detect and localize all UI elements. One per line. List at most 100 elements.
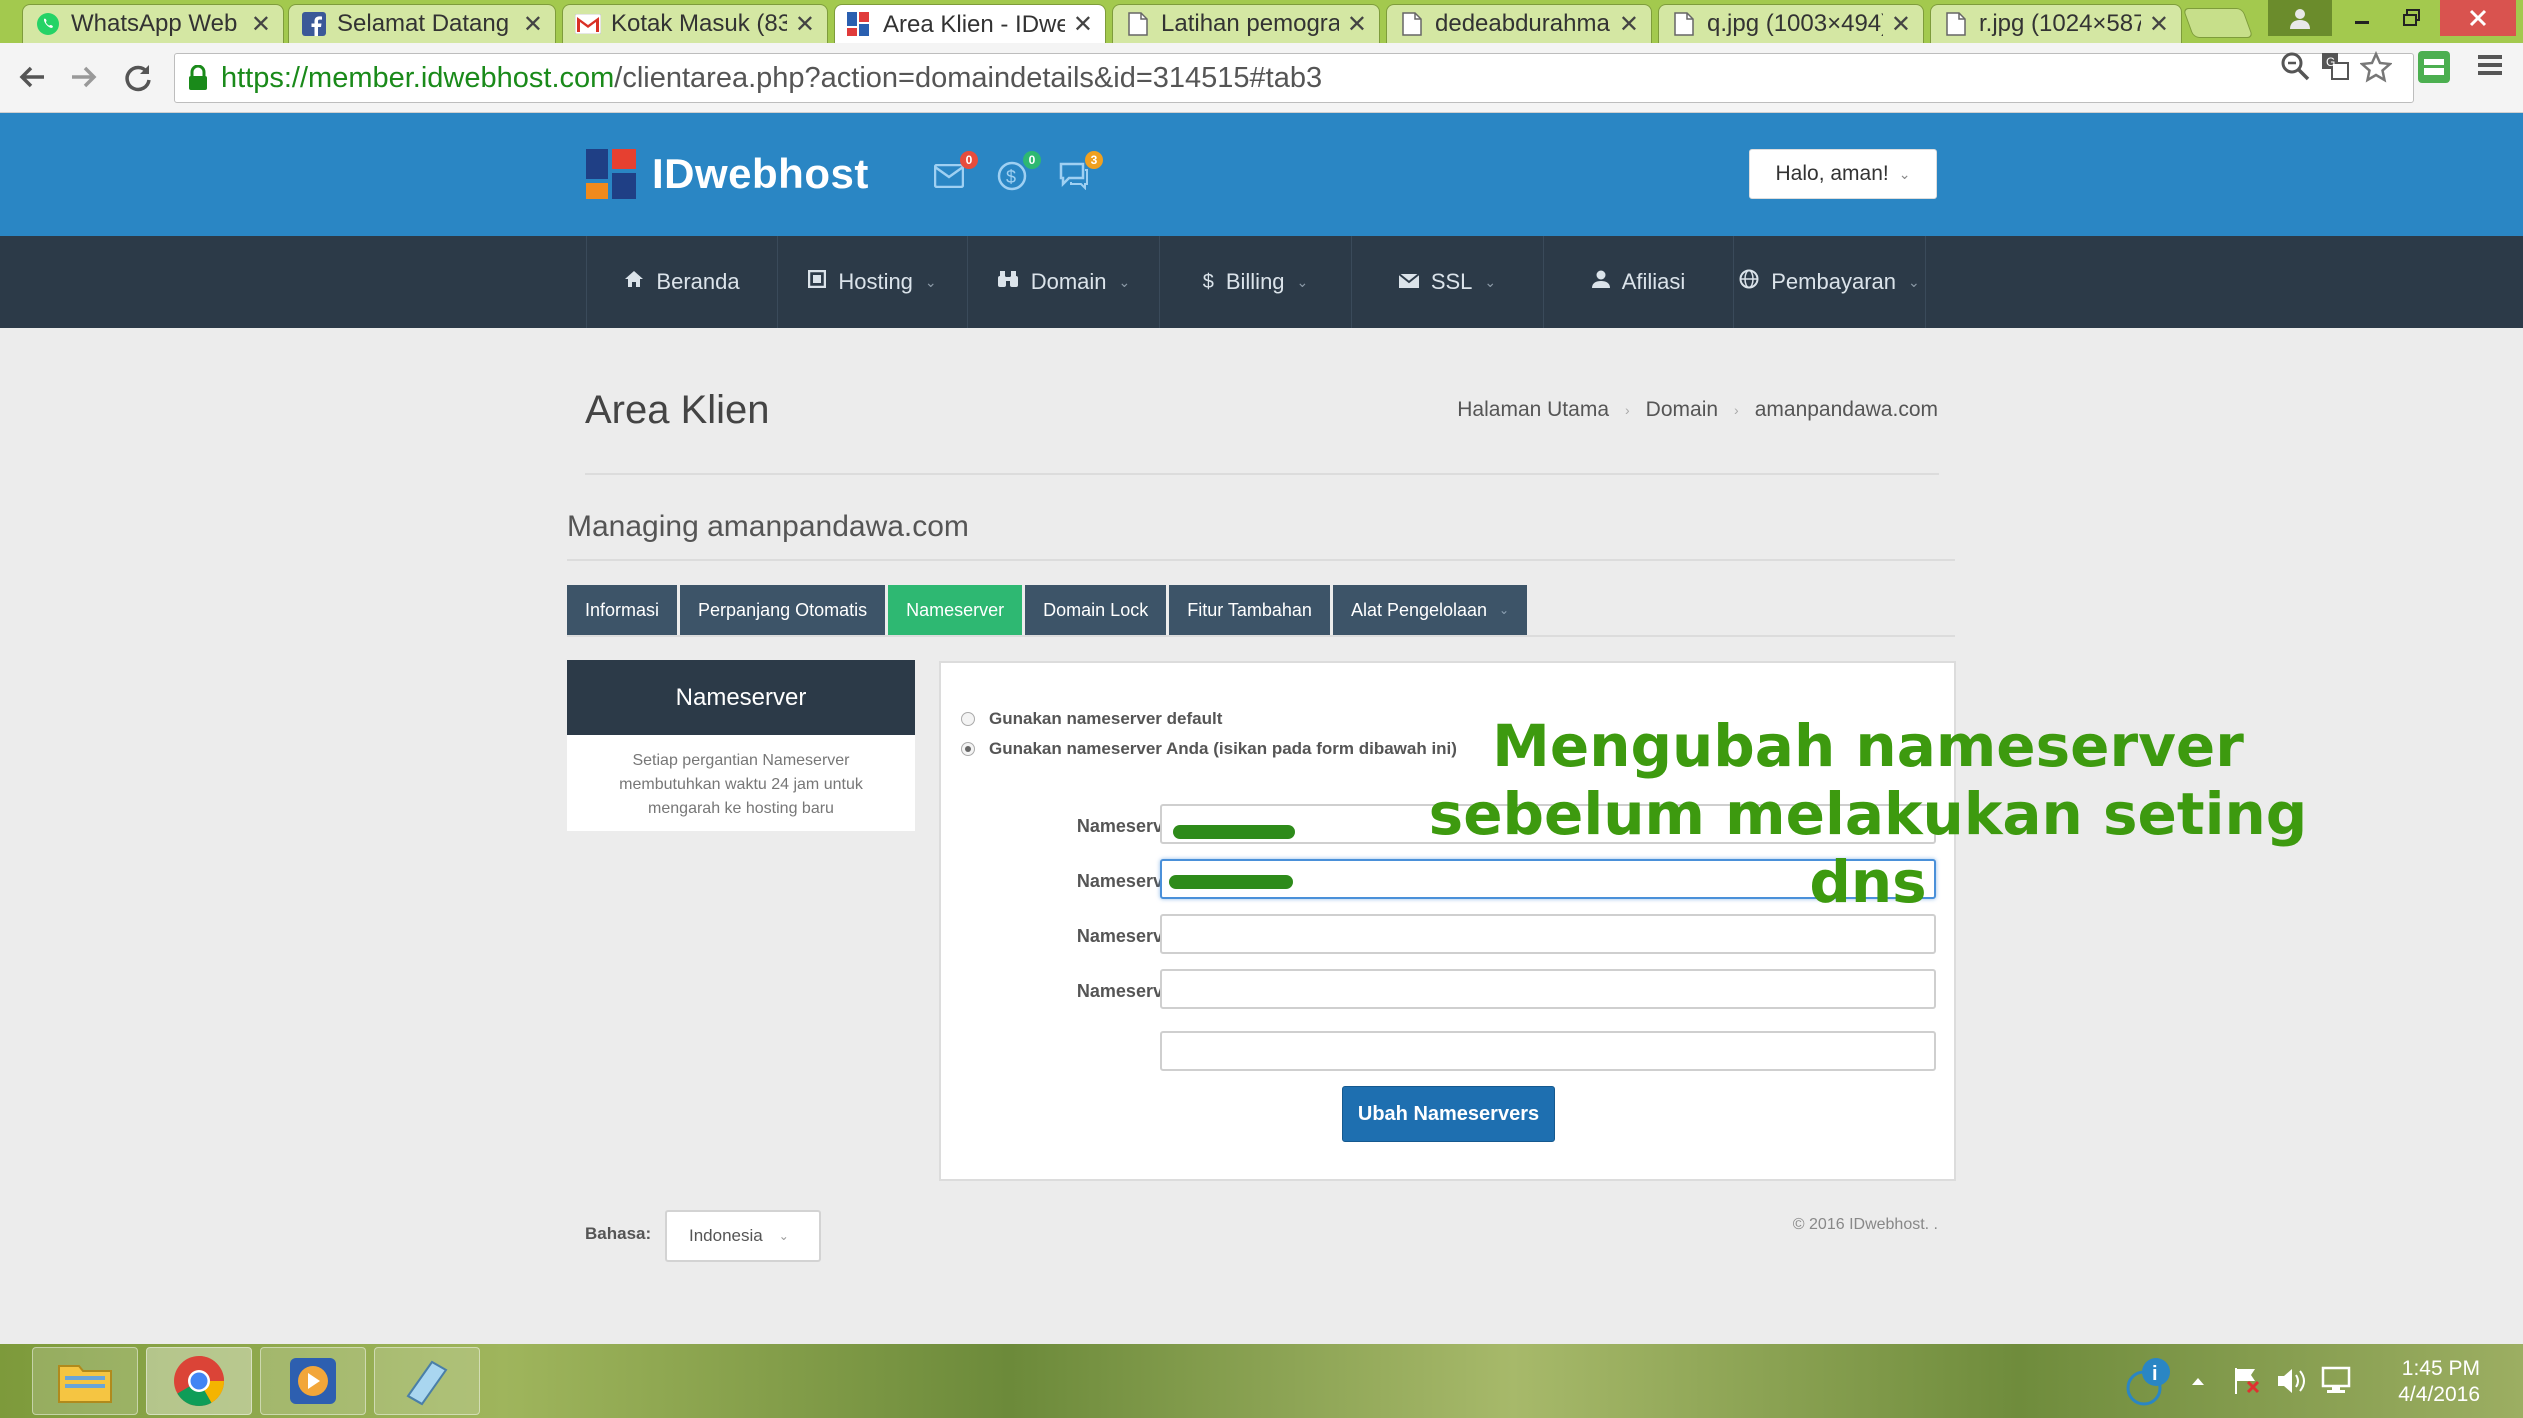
user-menu-button[interactable]: Halo, aman! ⌄ bbox=[1749, 149, 1937, 199]
nav-item-ssl[interactable]: SSL ⌄ bbox=[1352, 236, 1544, 328]
close-icon[interactable]: ✕ bbox=[251, 10, 271, 39]
chat-icon[interactable]: 3 bbox=[1057, 151, 1103, 193]
chevron-down-icon: ⌄ bbox=[1499, 603, 1510, 617]
close-icon[interactable]: ✕ bbox=[1891, 10, 1911, 39]
flag-icon[interactable] bbox=[2232, 1344, 2262, 1418]
tab-fitur-tambahan[interactable]: Fitur Tambahan bbox=[1169, 585, 1330, 635]
radio-custom[interactable] bbox=[961, 742, 975, 756]
breadcrumb-current: amanpandawa.com bbox=[1754, 398, 1938, 421]
browser-tab-latihan[interactable]: Latihan pemogra ✕ bbox=[1112, 4, 1380, 43]
forward-icon[interactable] bbox=[64, 57, 104, 97]
close-icon[interactable]: ✕ bbox=[1073, 10, 1093, 39]
address-bar[interactable]: https://member.idwebhost.com/clientarea.… bbox=[174, 53, 2414, 103]
zoom-icon[interactable] bbox=[2280, 51, 2310, 88]
network-icon[interactable] bbox=[2320, 1344, 2352, 1418]
system-clock[interactable]: 1:45 PM 4/4/2016 bbox=[2370, 1356, 2480, 1408]
menu-icon[interactable] bbox=[2476, 51, 2504, 86]
whatsapp-icon bbox=[35, 11, 61, 37]
svg-text:G: G bbox=[2326, 55, 2335, 69]
chevron-down-icon: ⌄ bbox=[1296, 273, 1309, 290]
language-select[interactable]: Indonesia ⌄ bbox=[665, 1210, 821, 1262]
tab-nameserver[interactable]: Nameserver bbox=[888, 585, 1023, 635]
browser-tab-whatsapp[interactable]: WhatsApp Web ✕ bbox=[22, 4, 284, 43]
close-icon[interactable]: ✕ bbox=[1619, 10, 1639, 39]
page-icon bbox=[1671, 11, 1697, 37]
radio-default[interactable] bbox=[961, 712, 975, 726]
nameserver-4-input[interactable] bbox=[1160, 969, 1936, 1009]
option-default-nameserver[interactable]: Gunakan nameserver default bbox=[961, 709, 1222, 729]
breadcrumb-home[interactable]: Halaman Utama bbox=[1457, 398, 1609, 422]
star-icon[interactable] bbox=[2358, 50, 2394, 90]
browser-tab-facebook[interactable]: Selamat Datang di ✕ bbox=[288, 4, 556, 43]
nameserver-3-input[interactable] bbox=[1160, 914, 1936, 954]
mail-icon[interactable]: 0 bbox=[932, 151, 978, 193]
divider bbox=[567, 635, 1955, 637]
browser-tab-q-jpg[interactable]: q.jpg (1003×494) ✕ bbox=[1658, 4, 1924, 43]
option-custom-nameserver[interactable]: Gunakan nameserver Anda (isikan pada for… bbox=[961, 739, 1457, 759]
reload-icon[interactable] bbox=[118, 57, 158, 97]
nav-item-pembayaran[interactable]: Pembayaran ⌄ bbox=[1734, 236, 1926, 328]
billing-icon[interactable]: $ 0 bbox=[995, 151, 1041, 193]
restore-icon[interactable] bbox=[2390, 0, 2434, 36]
chat-badge: 3 bbox=[1085, 151, 1103, 169]
copyright: © 2016 IDwebhost. . bbox=[1792, 1216, 1938, 1233]
chevron-down-icon: ⌄ bbox=[1484, 273, 1497, 290]
nav-item-domain[interactable]: Domain ⌄ bbox=[968, 236, 1160, 328]
tab-informasi[interactable]: Informasi bbox=[567, 585, 678, 635]
browser-tab-dedeabdurahman[interactable]: dedeabdurahma ✕ bbox=[1386, 4, 1652, 43]
nav-item-hosting[interactable]: Hosting ⌄ bbox=[778, 236, 968, 328]
browser-tab-strip: WhatsApp Web ✕ Selamat Datang di ✕ Kotak… bbox=[0, 0, 2523, 44]
close-icon[interactable]: ✕ bbox=[523, 10, 543, 39]
dollar-icon: $ bbox=[1202, 270, 1214, 293]
taskbar: i 1:45 PM 4/4/2016 bbox=[0, 1344, 2523, 1418]
close-icon[interactable]: ✕ bbox=[2149, 10, 2169, 39]
browser-tab-area-klien[interactable]: Area Klien - IDwe ✕ bbox=[834, 4, 1106, 44]
facebook-icon bbox=[301, 11, 327, 37]
ubah-nameservers-button[interactable]: Ubah Nameservers bbox=[1342, 1086, 1555, 1142]
info-icon[interactable]: i bbox=[2126, 1344, 2170, 1418]
managing-heading: Managing amanpandawa.com bbox=[567, 510, 969, 543]
user-icon bbox=[1591, 270, 1610, 294]
nameserver-5-input[interactable] bbox=[1160, 1031, 1936, 1071]
extension-icon[interactable] bbox=[2416, 49, 2452, 92]
browser-tab-r-jpg[interactable]: r.jpg (1024×587) ✕ bbox=[1930, 4, 2182, 43]
nav-item-afiliasi[interactable]: Afiliasi bbox=[1544, 236, 1734, 328]
lock-icon bbox=[187, 65, 209, 91]
translate-icon[interactable]: G bbox=[2320, 51, 2350, 88]
divider bbox=[567, 559, 1955, 561]
option-custom-label: Gunakan nameserver Anda (isikan pada for… bbox=[989, 739, 1457, 758]
chevron-down-icon: ⌄ bbox=[778, 1229, 789, 1243]
chevron-down-icon: ⌄ bbox=[1898, 165, 1911, 182]
tab-perpanjang-otomatis[interactable]: Perpanjang Otomatis bbox=[680, 585, 886, 635]
volume-icon[interactable] bbox=[2276, 1344, 2308, 1418]
nav-item-beranda[interactable]: Beranda bbox=[586, 236, 778, 328]
browser-tab-gmail[interactable]: Kotak Masuk (83) ✕ bbox=[562, 4, 828, 43]
notes-app-icon[interactable] bbox=[374, 1347, 480, 1415]
sidebar-title: Nameserver bbox=[567, 660, 915, 735]
site-header: IDwebhost 0 $ 0 3 Halo, aman! ⌄ bbox=[0, 113, 2523, 236]
browser-toolbar: https://member.idwebhost.com/clientarea.… bbox=[0, 43, 2523, 113]
back-icon[interactable] bbox=[12, 57, 52, 97]
tab-domain-lock[interactable]: Domain Lock bbox=[1025, 585, 1167, 635]
nav-item-billing[interactable]: $ Billing ⌄ bbox=[1160, 236, 1352, 328]
profile-icon[interactable] bbox=[2268, 0, 2332, 36]
chevron-up-icon[interactable] bbox=[2190, 1344, 2206, 1418]
close-window-icon[interactable] bbox=[2440, 0, 2516, 36]
site-logo[interactable]: IDwebhost bbox=[586, 149, 869, 199]
minimize-icon[interactable] bbox=[2340, 0, 2384, 36]
close-icon[interactable]: ✕ bbox=[795, 10, 815, 39]
annotation-line-2: sebelum melakukan seting dns bbox=[1428, 780, 2308, 916]
breadcrumb: Halaman Utama › Domain › amanpandawa.com bbox=[1457, 398, 1938, 422]
breadcrumb-domain[interactable]: Domain bbox=[1646, 398, 1718, 422]
new-tab-button[interactable] bbox=[2182, 8, 2254, 38]
redacted-value bbox=[1173, 825, 1295, 839]
tab-title: Area Klien - IDwe bbox=[883, 10, 1065, 38]
tab-alat-pengelolaan[interactable]: Alat Pengelolaan ⌄ bbox=[1332, 585, 1528, 635]
file-explorer-icon[interactable] bbox=[32, 1347, 138, 1415]
tab-label: Alat Pengelolaan bbox=[1350, 599, 1488, 620]
chrome-icon[interactable] bbox=[146, 1347, 252, 1415]
close-icon[interactable]: ✕ bbox=[1347, 10, 1367, 39]
nav-label: Pembayaran bbox=[1771, 269, 1896, 294]
media-player-icon[interactable] bbox=[260, 1347, 366, 1415]
tab-title: Latihan pemogra bbox=[1161, 10, 1339, 37]
